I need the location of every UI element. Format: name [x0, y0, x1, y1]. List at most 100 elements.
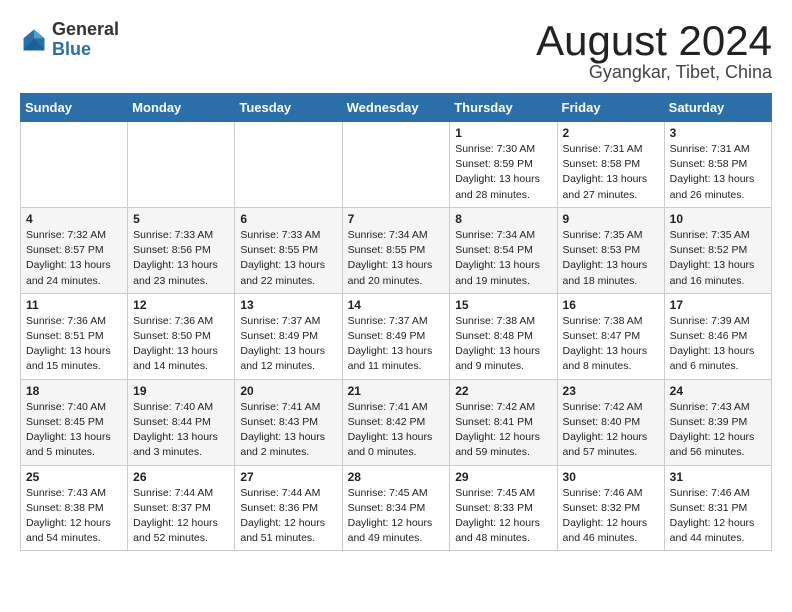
day-info: Sunrise: 7:44 AM Sunset: 8:37 PM Dayligh… [133, 486, 229, 547]
calendar-day-header: Monday [128, 94, 235, 122]
calendar-cell: 4 Sunrise: 7:32 AM Sunset: 8:57 PM Daylig… [21, 207, 128, 293]
calendar-table: SundayMondayTuesdayWednesdayThursdayFrid… [20, 93, 772, 551]
day-number: 2 [563, 126, 659, 140]
calendar-cell: 16 Sunrise: 7:38 AM Sunset: 8:47 PM Dayli… [557, 293, 664, 379]
day-info: Sunrise: 7:41 AM Sunset: 8:42 PM Dayligh… [348, 400, 445, 461]
logo-blue-text: Blue [52, 40, 119, 60]
day-info: Sunrise: 7:45 AM Sunset: 8:33 PM Dayligh… [455, 486, 551, 547]
calendar-cell [235, 122, 342, 208]
page-header: General Blue August 2024 Gyangkar, Tibet… [20, 20, 772, 83]
calendar-cell: 27 Sunrise: 7:44 AM Sunset: 8:36 PM Dayli… [235, 465, 342, 551]
location-title: Gyangkar, Tibet, China [536, 62, 772, 83]
day-number: 16 [563, 298, 659, 312]
day-info: Sunrise: 7:35 AM Sunset: 8:52 PM Dayligh… [670, 228, 766, 289]
day-number: 24 [670, 384, 766, 398]
day-info: Sunrise: 7:43 AM Sunset: 8:39 PM Dayligh… [670, 400, 766, 461]
day-info: Sunrise: 7:36 AM Sunset: 8:51 PM Dayligh… [26, 314, 122, 375]
day-number: 19 [133, 384, 229, 398]
day-info: Sunrise: 7:34 AM Sunset: 8:55 PM Dayligh… [348, 228, 445, 289]
day-number: 21 [348, 384, 445, 398]
day-number: 18 [26, 384, 122, 398]
logo-icon [20, 26, 48, 54]
day-info: Sunrise: 7:43 AM Sunset: 8:38 PM Dayligh… [26, 486, 122, 547]
day-info: Sunrise: 7:37 AM Sunset: 8:49 PM Dayligh… [348, 314, 445, 375]
day-info: Sunrise: 7:40 AM Sunset: 8:44 PM Dayligh… [133, 400, 229, 461]
calendar-cell: 1Sunrise: 7:30 AM Sunset: 8:59 PM Daylig… [450, 122, 557, 208]
day-info: Sunrise: 7:38 AM Sunset: 8:47 PM Dayligh… [563, 314, 659, 375]
calendar-cell: 7 Sunrise: 7:34 AM Sunset: 8:55 PM Daylig… [342, 207, 450, 293]
title-block: August 2024 Gyangkar, Tibet, China [536, 20, 772, 83]
calendar-cell: 22Sunrise: 7:42 AM Sunset: 8:41 PM Dayli… [450, 379, 557, 465]
calendar-cell [21, 122, 128, 208]
day-info: Sunrise: 7:31 AM Sunset: 8:58 PM Dayligh… [670, 142, 766, 203]
calendar-day-header: Friday [557, 94, 664, 122]
day-info: Sunrise: 7:33 AM Sunset: 8:56 PM Dayligh… [133, 228, 229, 289]
day-number: 7 [348, 212, 445, 226]
day-info: Sunrise: 7:30 AM Sunset: 8:59 PM Dayligh… [455, 142, 551, 203]
calendar-cell: 25 Sunrise: 7:43 AM Sunset: 8:38 PM Dayli… [21, 465, 128, 551]
day-number: 8 [455, 212, 551, 226]
day-number: 3 [670, 126, 766, 140]
calendar-cell: 21 Sunrise: 7:41 AM Sunset: 8:42 PM Dayli… [342, 379, 450, 465]
day-number: 31 [670, 470, 766, 484]
calendar-cell: 17Sunrise: 7:39 AM Sunset: 8:46 PM Dayli… [664, 293, 771, 379]
day-number: 25 [26, 470, 122, 484]
day-number: 6 [240, 212, 336, 226]
calendar-cell: 23Sunrise: 7:42 AM Sunset: 8:40 PM Dayli… [557, 379, 664, 465]
calendar-cell: 13 Sunrise: 7:37 AM Sunset: 8:49 PM Dayli… [235, 293, 342, 379]
day-number: 28 [348, 470, 445, 484]
day-number: 10 [670, 212, 766, 226]
day-number: 4 [26, 212, 122, 226]
calendar-day-header: Tuesday [235, 94, 342, 122]
calendar-cell: 19 Sunrise: 7:40 AM Sunset: 8:44 PM Dayli… [128, 379, 235, 465]
calendar-cell: 15Sunrise: 7:38 AM Sunset: 8:48 PM Dayli… [450, 293, 557, 379]
day-number: 22 [455, 384, 551, 398]
calendar-cell: 31 Sunrise: 7:46 AM Sunset: 8:31 PM Dayli… [664, 465, 771, 551]
day-info: Sunrise: 7:32 AM Sunset: 8:57 PM Dayligh… [26, 228, 122, 289]
calendar-cell: 29Sunrise: 7:45 AM Sunset: 8:33 PM Dayli… [450, 465, 557, 551]
calendar-cell: 9 Sunrise: 7:35 AM Sunset: 8:53 PM Daylig… [557, 207, 664, 293]
calendar-cell [128, 122, 235, 208]
day-info: Sunrise: 7:35 AM Sunset: 8:53 PM Dayligh… [563, 228, 659, 289]
calendar-cell: 28 Sunrise: 7:45 AM Sunset: 8:34 PM Dayli… [342, 465, 450, 551]
calendar-cell: 3 Sunrise: 7:31 AM Sunset: 8:58 PM Daylig… [664, 122, 771, 208]
calendar-cell: 11Sunrise: 7:36 AM Sunset: 8:51 PM Dayli… [21, 293, 128, 379]
day-number: 27 [240, 470, 336, 484]
day-info: Sunrise: 7:36 AM Sunset: 8:50 PM Dayligh… [133, 314, 229, 375]
calendar-day-header: Sunday [21, 94, 128, 122]
day-number: 30 [563, 470, 659, 484]
day-info: Sunrise: 7:45 AM Sunset: 8:34 PM Dayligh… [348, 486, 445, 547]
day-info: Sunrise: 7:44 AM Sunset: 8:36 PM Dayligh… [240, 486, 336, 547]
calendar-cell: 10 Sunrise: 7:35 AM Sunset: 8:52 PM Dayli… [664, 207, 771, 293]
day-number: 26 [133, 470, 229, 484]
day-number: 17 [670, 298, 766, 312]
calendar-week-row: 18 Sunrise: 7:40 AM Sunset: 8:45 PM Dayli… [21, 379, 772, 465]
calendar-day-header: Saturday [664, 94, 771, 122]
calendar-week-row: 25 Sunrise: 7:43 AM Sunset: 8:38 PM Dayli… [21, 465, 772, 551]
day-info: Sunrise: 7:38 AM Sunset: 8:48 PM Dayligh… [455, 314, 551, 375]
calendar-cell: 30Sunrise: 7:46 AM Sunset: 8:32 PM Dayli… [557, 465, 664, 551]
day-info: Sunrise: 7:40 AM Sunset: 8:45 PM Dayligh… [26, 400, 122, 461]
calendar-cell: 12 Sunrise: 7:36 AM Sunset: 8:50 PM Dayli… [128, 293, 235, 379]
day-info: Sunrise: 7:33 AM Sunset: 8:55 PM Dayligh… [240, 228, 336, 289]
day-info: Sunrise: 7:37 AM Sunset: 8:49 PM Dayligh… [240, 314, 336, 375]
calendar-week-row: 4 Sunrise: 7:32 AM Sunset: 8:57 PM Daylig… [21, 207, 772, 293]
day-number: 12 [133, 298, 229, 312]
day-number: 9 [563, 212, 659, 226]
calendar-cell: 14 Sunrise: 7:37 AM Sunset: 8:49 PM Dayli… [342, 293, 450, 379]
calendar-cell: 6 Sunrise: 7:33 AM Sunset: 8:55 PM Daylig… [235, 207, 342, 293]
day-info: Sunrise: 7:34 AM Sunset: 8:54 PM Dayligh… [455, 228, 551, 289]
calendar-cell: 18 Sunrise: 7:40 AM Sunset: 8:45 PM Dayli… [21, 379, 128, 465]
calendar-cell: 26 Sunrise: 7:44 AM Sunset: 8:37 PM Dayli… [128, 465, 235, 551]
day-info: Sunrise: 7:46 AM Sunset: 8:31 PM Dayligh… [670, 486, 766, 547]
day-number: 5 [133, 212, 229, 226]
calendar-cell: 5 Sunrise: 7:33 AM Sunset: 8:56 PM Daylig… [128, 207, 235, 293]
calendar-day-header: Wednesday [342, 94, 450, 122]
day-number: 14 [348, 298, 445, 312]
month-title: August 2024 [536, 20, 772, 62]
logo: General Blue [20, 20, 119, 60]
calendar-cell [342, 122, 450, 208]
calendar-day-header: Thursday [450, 94, 557, 122]
calendar-week-row: 11Sunrise: 7:36 AM Sunset: 8:51 PM Dayli… [21, 293, 772, 379]
day-number: 13 [240, 298, 336, 312]
